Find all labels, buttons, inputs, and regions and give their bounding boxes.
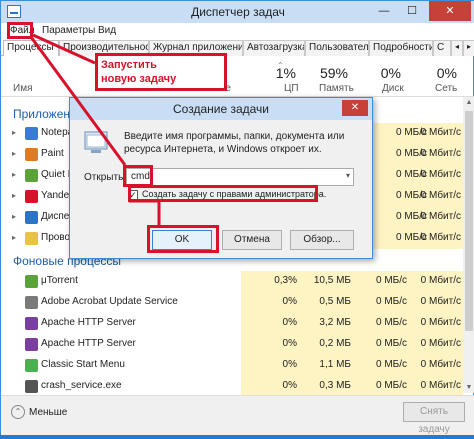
- task-manager-window: Диспетчер задач — ☐ ✕ Файл Параметры Вид…: [0, 0, 474, 435]
- annotation-lines: [29, 33, 161, 227]
